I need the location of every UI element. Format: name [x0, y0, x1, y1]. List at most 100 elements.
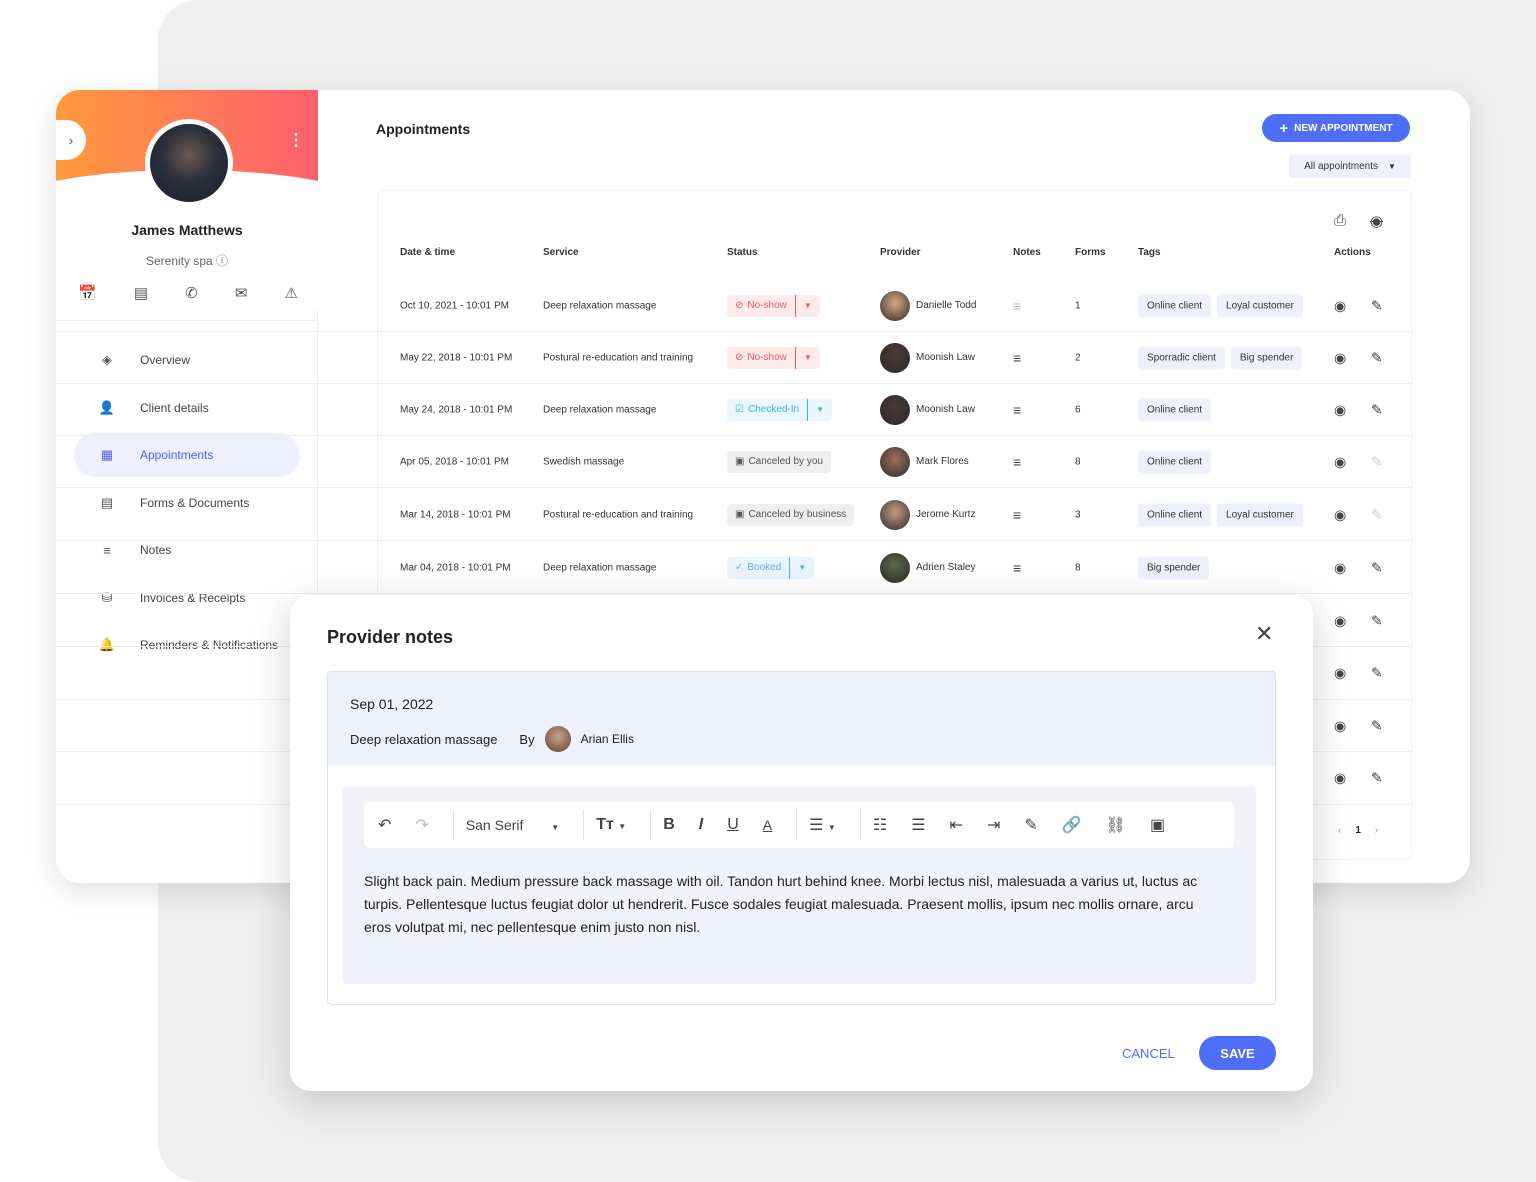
forms-count: 1 [1075, 300, 1081, 311]
font-family-select[interactable]: San Serif ▼ [466, 817, 559, 833]
view-icon[interactable]: ◉ [1334, 612, 1346, 629]
new-appointment-button[interactable]: + NEW APPOINTMENT [1262, 114, 1410, 142]
undo-icon[interactable]: ↶ [378, 815, 391, 835]
bold-icon[interactable]: B [663, 816, 675, 834]
bullet-list-icon[interactable]: ☰ [911, 815, 925, 835]
text-color-icon[interactable]: A [763, 817, 772, 833]
note-date: Sep 01, 2022 [350, 696, 434, 712]
edit-icon[interactable]: ✎ [1371, 770, 1383, 787]
table-row: Apr 05, 2018 - 10:01 PM Swedish massage ▣ C… [56, 436, 1412, 488]
forms-count: 2 [1075, 352, 1081, 363]
status-dropdown[interactable]: ✓ Booked ▼ [727, 556, 815, 579]
ordered-list-icon[interactable]: ☷ [873, 815, 887, 835]
status-canceled-icon: ▣ [735, 456, 745, 467]
provider-name: Moonish Law [916, 352, 975, 363]
note-provider: Arian Ellis [580, 732, 634, 746]
appointment-service: Swedish massage [543, 456, 625, 467]
hide-icon[interactable]: ◉ [1370, 212, 1383, 230]
save-button[interactable]: SAVE [1199, 1036, 1276, 1070]
view-icon[interactable]: ◉ [1334, 770, 1346, 787]
status-label: No-show [747, 352, 787, 363]
provider-avatar [880, 342, 910, 373]
appointment-date: Mar 04, 2018 - 10:01 PM [400, 562, 511, 573]
note-text[interactable]: Slight back pain. Medium pressure back m… [364, 870, 1204, 939]
close-icon[interactable]: ✕ [1255, 621, 1273, 647]
more-options-icon[interactable]: ⋮ [288, 130, 304, 150]
align-icon[interactable]: ☰ ▼ [809, 815, 836, 835]
link-icon[interactable]: 🔗 [1062, 815, 1082, 835]
status-label: Canceled by you [748, 456, 823, 467]
italic-icon[interactable]: I [699, 816, 703, 834]
edit-icon[interactable]: ✎ [1371, 349, 1383, 366]
status-dropdown[interactable]: ⊘ No-show ▼ [727, 346, 820, 369]
edit-icon[interactable]: ✎ [1371, 297, 1383, 314]
provider: Moonish Law [880, 394, 975, 425]
outdent-icon[interactable]: ⇤ [950, 815, 963, 835]
business-name: Serenity spa [145, 254, 213, 268]
view-icon[interactable]: ◉ [1334, 401, 1346, 418]
current-page[interactable]: 1 [1355, 825, 1361, 836]
tag: Loyal customer [1217, 503, 1303, 526]
view-icon[interactable]: ◉ [1334, 453, 1346, 470]
notes-icon[interactable]: ≡ [1013, 507, 1021, 523]
edit-icon[interactable]: ✎ [1371, 717, 1383, 734]
view-icon[interactable]: ◉ [1334, 506, 1346, 523]
provider: Adrien Staley [880, 552, 976, 583]
tag: Online client [1138, 398, 1212, 421]
notes-icon[interactable]: ≡ [1013, 350, 1021, 366]
pagination: ‹ 1 › [1338, 825, 1378, 836]
highlight-icon[interactable]: ✎ [1024, 815, 1037, 835]
status-dropdown[interactable]: ▣ Canceled by business [727, 503, 855, 526]
redo-icon[interactable]: ↷ [415, 815, 428, 835]
provider: Danielle Todd [880, 290, 976, 321]
client-name: James Matthews [131, 222, 243, 238]
status-label: Checked-In [747, 404, 800, 415]
notes-icon[interactable]: ≡ [1013, 560, 1021, 576]
edit-icon[interactable]: ✎ [1371, 612, 1383, 629]
status-dropdown[interactable]: ☑ Checked-In ▼ [727, 398, 833, 421]
unlink-icon[interactable]: ⛓ [1106, 815, 1126, 835]
cancel-button[interactable]: CANCEL [1122, 1046, 1175, 1061]
view-icon[interactable]: ◉ [1334, 559, 1346, 576]
view-icon[interactable]: ◉ [1334, 665, 1346, 682]
editor-toolbar: ↶ ↷ San Serif ▼ Tт ▼ B I U A ☰ ▼ ☷ ☰ ⇤ ⇥… [364, 802, 1234, 848]
print-icon[interactable]: ⎙ [1334, 212, 1346, 229]
appointment-date: Mar 14, 2018 - 10:01 PM [400, 509, 511, 520]
appointments-filter-select[interactable]: All appointments ▼ [1289, 154, 1411, 178]
column-header: Tags [1138, 247, 1161, 258]
edit-icon[interactable]: ✎ [1371, 665, 1383, 682]
provider-notes-dialog: Provider notes ✕ Sep 01, 2022 Deep relax… [290, 595, 1313, 1091]
notes-icon[interactable]: ≡ [1013, 298, 1021, 314]
status-noshow-icon: ⊘ [735, 300, 744, 311]
notes-icon[interactable]: ≡ [1013, 454, 1021, 470]
status-label: Canceled by business [748, 509, 847, 520]
provider-name: Jerome Kurtz [916, 509, 976, 520]
edit-icon[interactable]: ✎ [1371, 559, 1383, 576]
status-canceled-icon: ▣ [735, 509, 745, 520]
tags: Big spender [1138, 556, 1215, 579]
provider-avatar [880, 394, 910, 425]
chevron-down-icon: ▼ [1388, 161, 1396, 171]
notes-icon[interactable]: ≡ [1013, 402, 1021, 418]
next-page-button[interactable]: › [1375, 825, 1378, 836]
edit-icon[interactable]: ✎ [1371, 401, 1383, 418]
info-icon[interactable]: ⓘ [216, 254, 228, 268]
table-row: May 24, 2018 - 10:01 PM Deep relaxation m… [56, 384, 1412, 436]
tag: Loyal customer [1217, 294, 1303, 317]
forms-count: 6 [1075, 404, 1081, 415]
view-icon[interactable]: ◉ [1334, 349, 1346, 366]
view-icon[interactable]: ◉ [1334, 717, 1346, 734]
prev-page-button[interactable]: ‹ [1338, 825, 1341, 836]
table-row: Mar 14, 2018 - 10:01 PM Postural re-educa… [56, 489, 1412, 541]
indent-icon[interactable]: ⇥ [987, 815, 1000, 835]
status-dropdown[interactable]: ⊘ No-show ▼ [727, 294, 820, 317]
image-icon[interactable]: ▣ [1150, 815, 1165, 835]
status-dropdown[interactable]: ▣ Canceled by you [727, 450, 831, 473]
provider-name: Adrien Staley [916, 562, 976, 573]
underline-icon[interactable]: U [727, 816, 739, 834]
note-editor: ↶ ↷ San Serif ▼ Tт ▼ B I U A ☰ ▼ ☷ ☰ ⇤ ⇥… [342, 786, 1256, 984]
view-icon[interactable]: ◉ [1334, 297, 1346, 314]
font-size-icon[interactable]: Tт ▼ [596, 816, 626, 834]
column-header: Actions [1334, 247, 1371, 258]
page-title: Appointments [376, 121, 471, 137]
